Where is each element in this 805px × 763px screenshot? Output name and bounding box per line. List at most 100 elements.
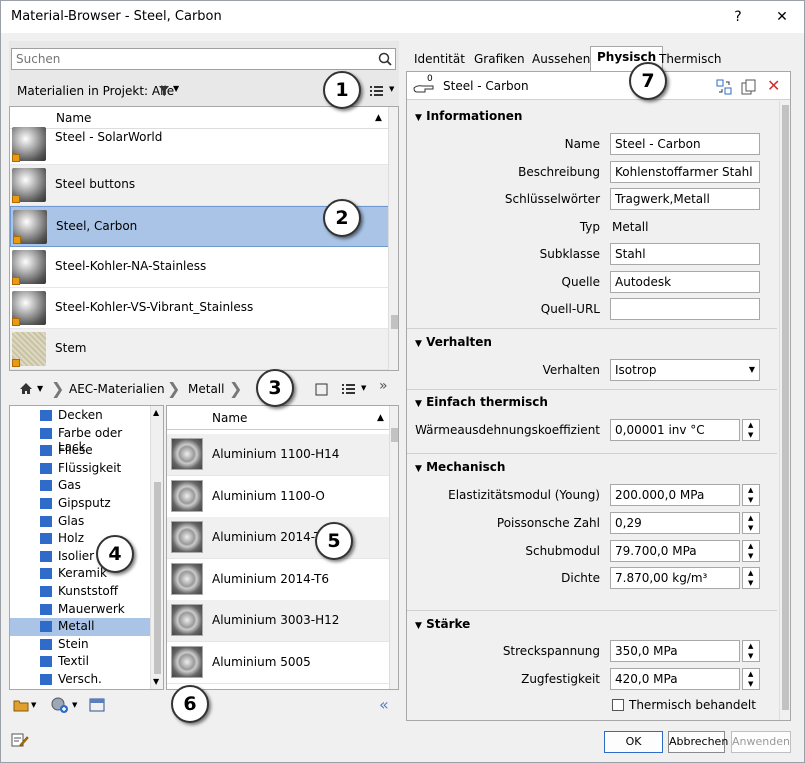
heat-treated-label: Thermisch behandelt [629,698,756,712]
tree-item[interactable]: Textil [10,653,150,671]
tree-item[interactable]: Fliese [10,442,150,460]
tab-aussehen[interactable]: Aussehen [526,49,596,71]
tensile-strength-field[interactable]: 420,0 MPa [610,668,740,690]
material-row[interactable]: Steel-Kohler-VS-Vibrant_Stainless [10,288,390,329]
subclass-field[interactable]: Stahl [610,243,760,265]
tree-scrollbar[interactable]: ▲ ▼ [150,406,163,689]
library-row[interactable]: Aluminium 1100-H14 [167,434,389,476]
material-row[interactable]: Steel-Kohler-NA-Stainless [10,247,390,288]
tab-identitaet[interactable]: Identität [408,49,471,71]
cancel-button[interactable]: Abbrechen [668,731,728,753]
collapse-left-icon[interactable]: « [379,695,389,714]
heat-treated-checkbox[interactable] [612,699,624,711]
search-icon[interactable] [378,52,392,66]
tree-item[interactable]: Stein [10,636,150,654]
tree-item[interactable]: Kunststoff [10,583,150,601]
shear-modulus-field[interactable]: 79.700,0 MPa [610,540,740,562]
section-mechanisch[interactable]: ▼ Mechanisch [415,460,505,474]
asset-usage-count: 0 [427,74,433,84]
youngs-modulus-spinner[interactable]: ▲ ▼ [742,484,760,506]
library-row[interactable]: Aluminium 3003-H12 [167,600,389,642]
home-icon[interactable] [19,382,33,395]
view-dropdown-icon[interactable]: ▼ [389,85,394,93]
ok-button[interactable]: OK [604,731,663,753]
library-view-dropdown-icon[interactable]: ▼ [361,384,366,392]
keywords-field[interactable]: Tragwerk,Metall [610,188,760,210]
library-row[interactable]: Aluminium 2014-T6 [167,559,389,601]
apply-button[interactable]: Anwenden [731,731,791,753]
library-view-options-icon[interactable] [341,382,357,396]
search-box[interactable] [11,48,396,70]
create-material-icon[interactable] [51,697,69,713]
tree-item[interactable]: Mauerwerk [10,601,150,619]
scrollbar-thumb[interactable] [391,428,398,442]
editor-toggle-icon[interactable] [89,698,105,712]
thermal-expansion-field[interactable]: 0,00001 inv °C [610,419,740,441]
section-einfach-thermisch[interactable]: ▼ Einfach thermisch [415,395,548,409]
poisson-ratio-spinner[interactable]: ▲ ▼ [742,512,760,534]
tree-item[interactable]: Gipsputz [10,495,150,513]
section-verhalten[interactable]: ▼ Verhalten [415,335,492,349]
remove-asset-icon[interactable]: ✕ [767,76,780,95]
properties-scrollbar[interactable] [779,101,790,720]
view-options-icon[interactable] [369,84,385,98]
source-field[interactable]: Autodesk [610,271,760,293]
youngs-modulus-field[interactable]: 200.000,0 MPa [610,484,740,506]
scrollbar-thumb[interactable] [782,105,789,710]
collapse-down-icon[interactable]: » [379,378,388,394]
library-row[interactable]: Aluminium 5005 [167,642,389,684]
replace-asset-icon[interactable] [716,79,732,95]
name-field[interactable]: Steel - Carbon [610,133,760,155]
yield-strength-spinner[interactable]: ▲ ▼ [742,640,760,662]
help-button[interactable]: ? [723,5,753,29]
poisson-ratio-field[interactable]: 0,29 [610,512,740,534]
duplicate-asset-icon[interactable] [741,79,757,95]
shear-modulus-spinner[interactable]: ▲ ▼ [742,540,760,562]
edit-notes-icon[interactable] [11,732,29,748]
section-informationen[interactable]: ▼ Informationen [415,109,522,123]
toggle-tree-icon[interactable] [315,383,328,396]
tree-item[interactable]: Keramik [10,565,150,583]
library-column-name-header[interactable]: Name [212,407,247,429]
close-button[interactable]: ✕ [767,5,797,29]
tree-item-selected[interactable]: Metall [10,618,150,636]
yield-strength-field[interactable]: 350,0 MPa [610,640,740,662]
tree-item[interactable]: Glas [10,513,150,531]
tree-item[interactable]: Decken [10,407,150,425]
breadcrumb-item[interactable]: Metall [188,382,224,396]
create-material-dropdown-icon[interactable]: ▼ [72,701,77,709]
material-row[interactable]: Stem [10,329,390,370]
scroll-up-icon[interactable]: ▲ [153,408,159,417]
tab-grafiken[interactable]: Grafiken [468,49,531,71]
manage-library-dropdown-icon[interactable]: ▼ [31,701,36,709]
behavior-select[interactable]: Isotrop ▼ [610,359,760,381]
library-row[interactable]: Aluminium 2014-T4 [167,517,389,559]
tab-thermisch[interactable]: Thermisch [653,49,728,71]
home-dropdown-icon[interactable]: ▼ [37,384,43,393]
scrollbar-thumb[interactable] [391,315,398,329]
description-field[interactable]: Kohlenstoffarmer Stahl [610,161,760,183]
breadcrumb-item[interactable]: AEC-Materialien [69,382,165,396]
material-row[interactable]: Steel - SolarWorld [10,124,390,165]
scrollbar-thumb[interactable] [154,482,161,674]
tree-item[interactable]: Versch. [10,671,150,689]
density-field[interactable]: 7.870,00 kg/m³ [610,567,740,589]
materials-scrollbar[interactable] [388,107,398,370]
tree-item[interactable]: Flüssigkeit [10,460,150,478]
library-row[interactable]: Aluminium 1100-O [167,476,389,518]
material-browser-window: Material-Browser - Steel, Carbon ? ✕ Mat… [0,0,805,763]
library-scrollbar[interactable] [389,406,398,689]
search-input[interactable] [16,51,366,67]
tree-item[interactable]: Farbe oder Lack [10,425,150,454]
thermal-expansion-spinner[interactable]: ▲ ▼ [742,419,760,441]
density-spinner[interactable]: ▲ ▼ [742,567,760,589]
section-staerke[interactable]: ▼ Stärke [415,617,470,631]
filter-icon[interactable] [158,85,170,97]
tree-item[interactable]: Gas [10,477,150,495]
filter-dropdown-icon[interactable]: ▼ [173,84,179,93]
source-url-field[interactable] [610,298,760,320]
manage-library-icon[interactable] [13,698,29,712]
scroll-down-icon[interactable]: ▼ [153,677,159,686]
library-list-header[interactable]: Name ▲ [167,406,389,430]
tensile-strength-spinner[interactable]: ▲ ▼ [742,668,760,690]
